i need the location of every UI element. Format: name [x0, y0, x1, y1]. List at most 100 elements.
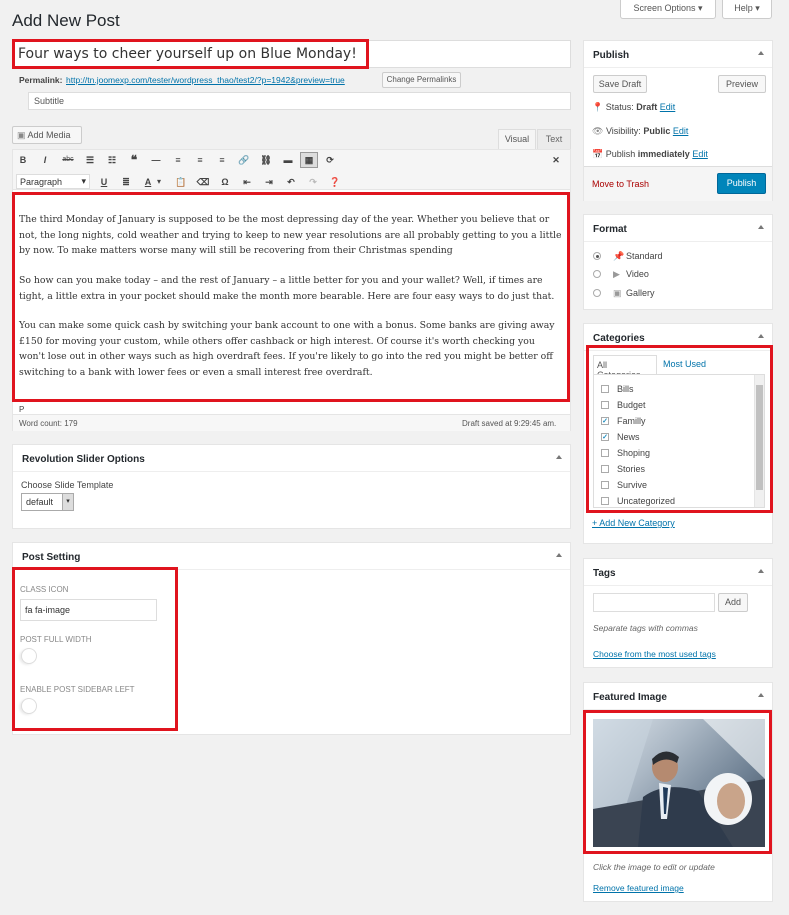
read-more-icon[interactable]: ▬ [281, 153, 295, 167]
indent-icon[interactable]: ⇥ [262, 175, 276, 189]
draft-saved-status: Draft saved at 9:29:45 am. [462, 419, 557, 428]
screen-options-button[interactable]: Screen Options ▾ [620, 0, 716, 19]
box-title: Tags [584, 559, 772, 586]
edit-schedule-link[interactable]: Edit [692, 149, 708, 159]
tags-box: Tags Add Separate tags with commas Choos… [583, 558, 773, 668]
collapse-icon[interactable] [758, 334, 764, 338]
numbered-list-icon[interactable]: ☷ [105, 153, 119, 167]
tab-text[interactable]: Text [537, 129, 571, 149]
change-permalinks-button[interactable]: Change Permalinks [382, 72, 461, 88]
box-title: Format [584, 215, 772, 242]
editor-path: P [19, 405, 25, 414]
gallery-icon: ▣ [613, 288, 622, 298]
move-to-trash-link[interactable]: Move to Trash [592, 179, 649, 189]
tab-visual[interactable]: Visual [498, 129, 536, 149]
permalink-url[interactable]: http://tn.joomexp.com/tester/wordpress_t… [66, 75, 345, 85]
collapse-icon[interactable] [556, 455, 562, 459]
help-button[interactable]: Help ▾ [722, 0, 772, 19]
justify-icon[interactable]: ≣ [119, 175, 133, 189]
format-label-standard: Standard [626, 251, 663, 261]
caret-down-icon: ▾ [698, 3, 703, 13]
remove-featured-image-link[interactable]: Remove featured image [593, 883, 684, 893]
box-title: Revolution Slider Options [13, 445, 570, 472]
edit-status-link[interactable]: Edit [660, 102, 676, 112]
chevron-down-icon[interactable]: ▾ [157, 177, 161, 186]
toolbar-toggle-icon[interactable]: ▦ [300, 152, 318, 168]
revolution-slider-box: Revolution Slider Options Choose Slide T… [12, 444, 571, 529]
add-tag-button[interactable]: Add [718, 593, 748, 612]
blockquote-icon[interactable]: ❝ [127, 153, 141, 167]
format-radio-video[interactable] [593, 270, 601, 278]
refresh-icon[interactable]: ⟳ [323, 153, 337, 167]
collapse-icon[interactable] [758, 51, 764, 55]
align-center-icon[interactable]: ≡ [193, 153, 207, 167]
video-icon: ▶ [613, 269, 620, 279]
media-icon: ▣ [17, 130, 26, 140]
link-icon[interactable]: 🔗 [237, 153, 251, 167]
format-box: Format 📌 Standard ▶ Video ▣ Gallery [583, 214, 773, 310]
choose-tags-link[interactable]: Choose from the most used tags [593, 649, 716, 659]
preview-button[interactable]: Preview [718, 75, 766, 93]
pin-icon: 📌 [613, 251, 625, 261]
collapse-icon[interactable] [758, 225, 764, 229]
page-title: Add New Post [12, 11, 120, 30]
pin-icon: 📍 [592, 102, 604, 112]
format-radio-standard[interactable] [593, 252, 601, 260]
schedule-row: 📅 Publish immediately Edit [592, 149, 708, 159]
status-row: 📍 Status: Draft Edit [592, 102, 676, 112]
content-highlight [12, 192, 570, 402]
slide-template-label: Choose Slide Template [21, 480, 114, 490]
visibility-row: 👁 Visibility: Public Edit [592, 126, 689, 136]
word-count: Word count: 179 [19, 419, 78, 428]
publish-button[interactable]: Publish [717, 173, 766, 194]
title-highlight [12, 39, 369, 69]
format-select[interactable]: Paragraph ▾ [16, 174, 90, 189]
redo-icon[interactable]: ↷ [306, 175, 320, 189]
permalink-label: Permalink: [19, 75, 63, 85]
box-title: Publish [584, 41, 772, 68]
format-radio-gallery[interactable] [593, 289, 601, 297]
align-left-icon[interactable]: ≡ [171, 153, 185, 167]
calendar-icon: 📅 [592, 149, 604, 159]
unlink-icon[interactable]: ⛓ [259, 153, 273, 167]
tags-input[interactable] [593, 593, 715, 612]
underline-icon[interactable]: U [97, 175, 111, 189]
special-character-icon[interactable]: Ω [218, 175, 232, 189]
collapse-icon[interactable] [758, 693, 764, 697]
paste-text-icon[interactable]: 📋 [174, 175, 188, 189]
add-new-category-link[interactable]: + Add New Category [592, 518, 675, 528]
format-label-gallery: Gallery [626, 288, 655, 298]
eye-icon: 👁 [592, 126, 604, 136]
chevron-down-icon: ▾ [81, 176, 86, 186]
text-color-icon[interactable]: A [141, 175, 155, 189]
save-draft-button[interactable]: Save Draft [593, 75, 647, 93]
slide-template-select[interactable]: default ▾ [21, 493, 74, 511]
collapse-icon[interactable] [556, 553, 562, 557]
outdent-icon[interactable]: ⇤ [240, 175, 254, 189]
italic-icon[interactable]: I [38, 153, 52, 167]
edit-visibility-link[interactable]: Edit [673, 126, 689, 136]
box-title: Post Setting [13, 543, 570, 570]
horizontal-line-icon[interactable]: — [149, 153, 163, 167]
align-right-icon[interactable]: ≡ [215, 153, 229, 167]
bold-icon[interactable]: B [16, 153, 30, 167]
bullet-list-icon[interactable]: ☰ [83, 153, 97, 167]
featured-image-highlight [583, 710, 772, 854]
undo-icon[interactable]: ↶ [284, 175, 298, 189]
add-media-button[interactable]: ▣ Add Media [12, 126, 82, 144]
clear-formatting-icon[interactable]: ⌫ [196, 175, 210, 189]
subtitle-input[interactable]: Subtitle [28, 92, 571, 110]
chevron-down-icon: ▾ [62, 494, 73, 510]
post-setting-highlight [12, 567, 178, 731]
box-title: Featured Image [584, 683, 772, 710]
strikethrough-icon[interactable]: abc [61, 153, 75, 167]
format-label-video: Video [626, 269, 649, 279]
featured-image-hint: Click the image to edit or update [593, 862, 715, 872]
help-icon[interactable]: ❓ [328, 175, 342, 189]
caret-down-icon: ▾ [755, 3, 760, 13]
categories-highlight [586, 345, 773, 513]
collapse-icon[interactable] [758, 569, 764, 573]
publish-box: Publish Save Draft Preview 📍 Status: Dra… [583, 40, 773, 201]
tags-hint: Separate tags with commas [593, 623, 698, 633]
fullscreen-icon[interactable]: ✕ [549, 153, 563, 167]
